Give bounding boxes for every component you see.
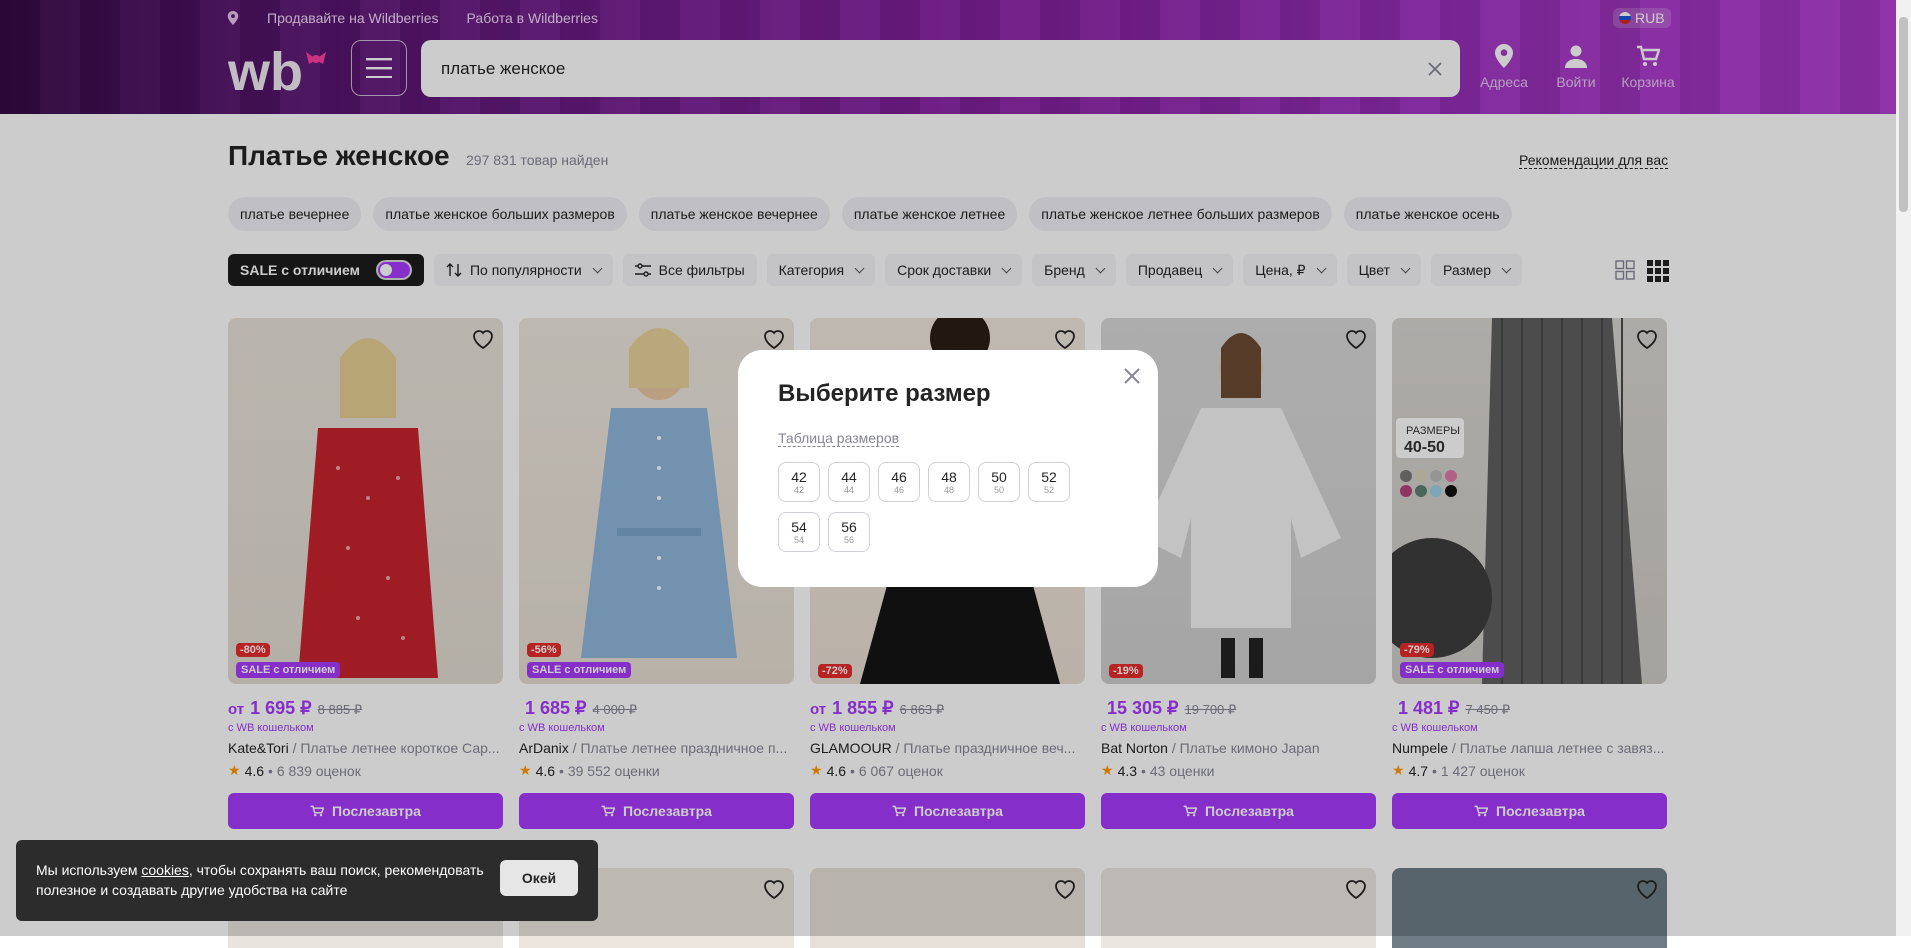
cookie-text: Мы используем cookies, чтобы сохранять в… [36, 860, 496, 900]
size-picker-modal: Выберите размер Таблица размеров 42 42 44… [738, 350, 1158, 587]
size-main: 54 [791, 519, 807, 535]
cookie-banner: Мы используем cookies, чтобы сохранять в… [16, 840, 598, 921]
size-main: 48 [941, 469, 957, 485]
size-main: 56 [841, 519, 857, 535]
size-option[interactable]: 54 54 [778, 512, 820, 552]
size-sub: 44 [843, 485, 854, 495]
size-main: 52 [1041, 469, 1057, 485]
size-sub: 54 [793, 535, 804, 545]
size-option[interactable]: 42 42 [778, 462, 820, 502]
size-sub: 52 [1043, 485, 1054, 495]
size-sub: 48 [943, 485, 954, 495]
cookie-ok-button[interactable]: Окей [500, 860, 578, 896]
size-option[interactable]: 44 44 [828, 462, 870, 502]
size-main: 44 [841, 469, 857, 485]
size-sub: 42 [793, 485, 804, 495]
scrollbar-thumb[interactable] [1899, 17, 1908, 212]
size-sub: 46 [893, 485, 904, 495]
close-icon[interactable] [1120, 364, 1144, 388]
size-main: 42 [791, 469, 807, 485]
size-sub: 56 [843, 535, 854, 545]
size-option[interactable]: 46 46 [878, 462, 920, 502]
size-main: 50 [991, 469, 1007, 485]
size-main: 46 [891, 469, 907, 485]
size-table-link[interactable]: Таблица размеров [778, 430, 900, 447]
size-options: 42 42 44 44 46 46 48 48 50 50 52 52 54 54 56 56 [778, 462, 1078, 552]
size-option[interactable]: 56 56 [828, 512, 870, 552]
size-option[interactable]: 52 52 [1028, 462, 1070, 502]
cookie-text-pre: Мы используем [36, 862, 142, 878]
size-option[interactable]: 50 50 [978, 462, 1020, 502]
size-option[interactable]: 48 48 [928, 462, 970, 502]
modal-title: Выберите размер [778, 380, 991, 407]
cookies-link[interactable]: cookies [141, 862, 188, 878]
size-sub: 50 [993, 485, 1004, 495]
